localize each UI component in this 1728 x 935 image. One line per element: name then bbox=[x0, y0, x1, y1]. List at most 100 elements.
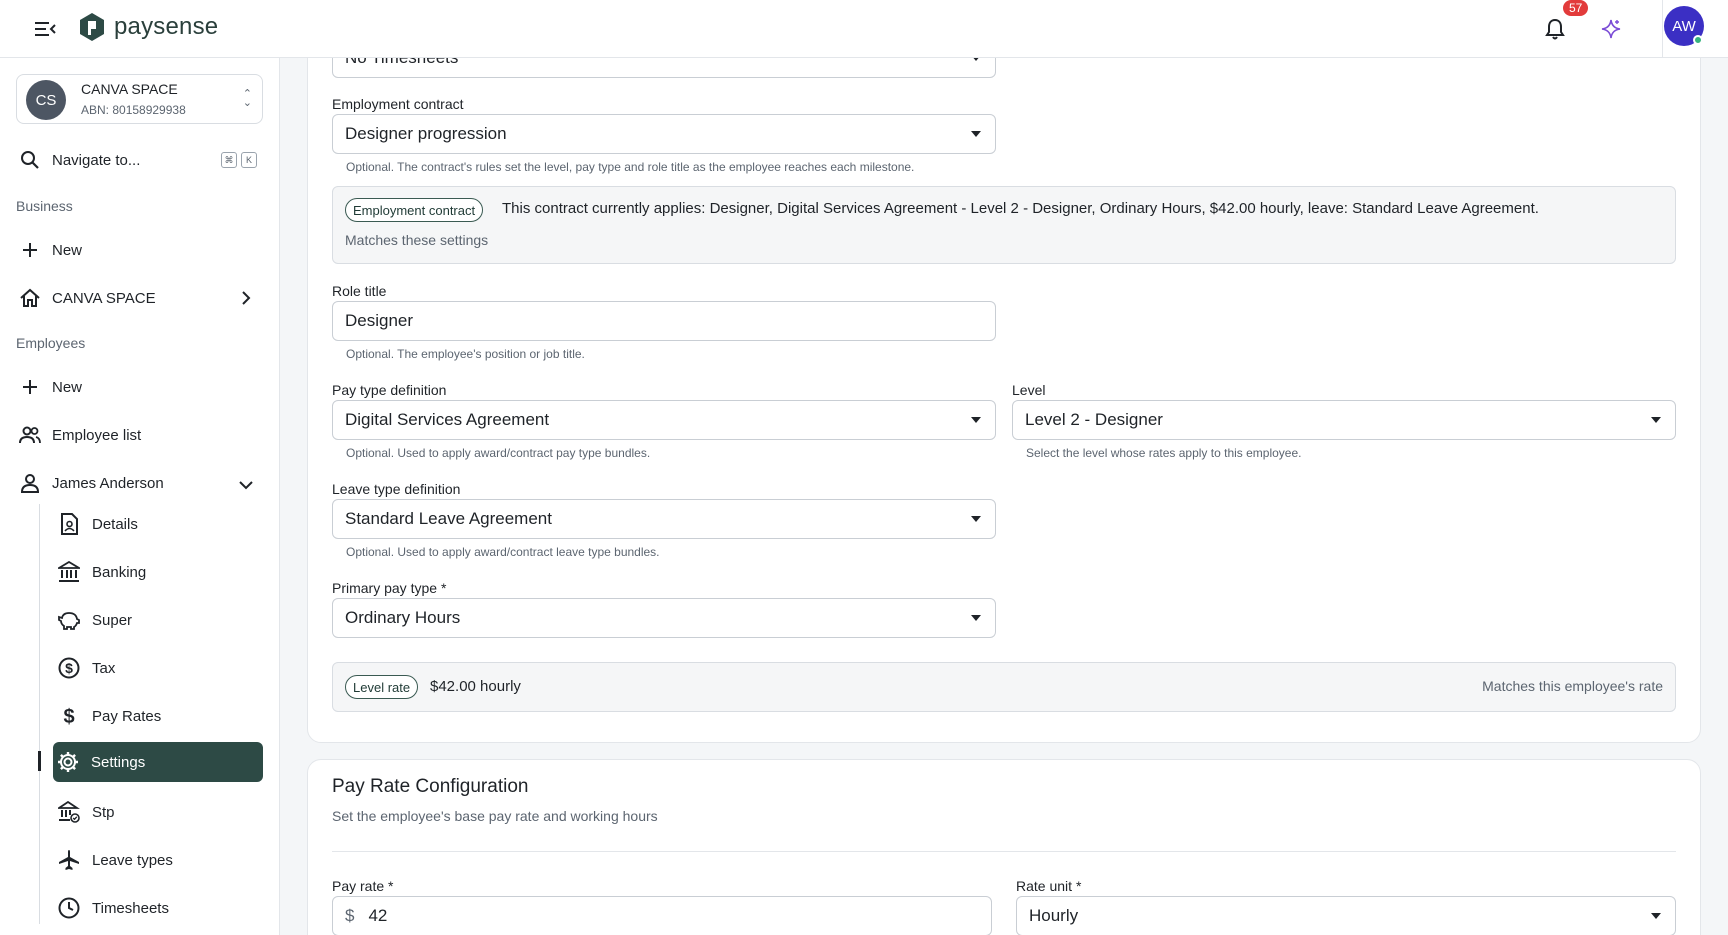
employee-name-item[interactable]: James Anderson bbox=[18, 467, 258, 499]
navigate-label: Navigate to... bbox=[52, 151, 141, 169]
contract-info-text: This contract currently applies: Designe… bbox=[502, 200, 1539, 217]
online-status-dot bbox=[1693, 35, 1703, 45]
required-asterisk: * bbox=[388, 878, 394, 894]
rate-unit-select[interactable]: Hourly bbox=[1016, 896, 1676, 935]
sidebar-item-details[interactable]: Details bbox=[56, 506, 264, 542]
pay-type-definition-label: Pay type definition bbox=[332, 382, 447, 398]
required-asterisk: * bbox=[440, 580, 447, 596]
level-select[interactable]: Level 2 - Designer bbox=[1012, 400, 1676, 440]
sidebar-item-label: Details bbox=[92, 515, 138, 533]
level-rate-box bbox=[332, 662, 1676, 712]
employee-list-item[interactable]: Employee list bbox=[18, 419, 141, 451]
clock-icon bbox=[58, 897, 80, 919]
sidebar-item-label: Timesheets bbox=[92, 899, 169, 917]
sidebar-item-label: Stp bbox=[92, 803, 115, 821]
role-title-input[interactable]: Designer bbox=[332, 301, 996, 341]
sidebar-item-banking[interactable]: Banking bbox=[56, 554, 264, 590]
chevron-right-icon[interactable] bbox=[240, 290, 252, 311]
pay-rate-value: 42 bbox=[368, 906, 388, 925]
caret-down-icon bbox=[971, 615, 981, 621]
caret-down-icon bbox=[971, 417, 981, 423]
org-switcher[interactable]: CS CANVA SPACE ABN: 80158929938 ⌃ ⌄ bbox=[16, 74, 263, 124]
role-title-helper: Optional. The employee's position or job… bbox=[346, 347, 585, 361]
leave-type-definition-select[interactable]: Standard Leave Agreement bbox=[332, 499, 996, 539]
gear-icon bbox=[57, 751, 79, 773]
pay-type-definition-value: Digital Services Agreement bbox=[345, 410, 550, 429]
level-rate-status: Matches this employee's rate bbox=[1482, 678, 1663, 694]
sidebar-item-tax[interactable]: $ Tax bbox=[56, 650, 264, 686]
chevron-updown-icon: ⌃ ⌄ bbox=[242, 88, 252, 109]
business-org-label: CANVA SPACE bbox=[52, 289, 156, 307]
ai-sparkle-icon[interactable] bbox=[1596, 14, 1626, 44]
sidebar-item-super[interactable]: Super bbox=[56, 602, 264, 638]
home-icon bbox=[18, 286, 42, 310]
pay-rate-label: Pay rate * bbox=[332, 878, 393, 894]
role-title-value: Designer bbox=[345, 311, 414, 330]
business-new-label: New bbox=[52, 241, 83, 259]
top-divider bbox=[1662, 0, 1663, 58]
search-icon bbox=[18, 148, 42, 172]
sidebar-item-pay-rates[interactable]: $ Pay Rates bbox=[56, 698, 264, 734]
currency-prefix: $ bbox=[345, 906, 355, 925]
rate-unit-label-text: Rate unit bbox=[1016, 878, 1073, 894]
chevron-down-icon[interactable] bbox=[238, 478, 254, 496]
contract-info-box bbox=[332, 186, 1676, 264]
sidebar-item-label: Super bbox=[92, 611, 133, 629]
business-section-label: Business bbox=[16, 198, 73, 214]
top-bar: paysense 57 AW bbox=[0, 0, 1728, 58]
leave-type-definition-label: Leave type definition bbox=[332, 481, 461, 497]
svg-text:$: $ bbox=[63, 706, 74, 727]
pay-rate-config-description: Set the employee's base pay rate and wor… bbox=[332, 808, 658, 824]
person-icon bbox=[18, 471, 42, 495]
plus-icon bbox=[18, 238, 42, 262]
dollar-circle-icon: $ bbox=[58, 657, 80, 679]
notification-bell-icon[interactable] bbox=[1540, 14, 1570, 44]
sub-nav-line bbox=[39, 504, 40, 924]
level-value: Level 2 - Designer bbox=[1025, 410, 1163, 429]
business-new-button[interactable]: New bbox=[18, 234, 82, 266]
sidebar-item-label: Tax bbox=[92, 659, 116, 677]
sidebar: CS CANVA SPACE ABN: 80158929938 ⌃ ⌄ Navig… bbox=[0, 58, 280, 935]
bank-check-icon bbox=[58, 801, 80, 823]
sidebar-item-timesheets[interactable]: Timesheets bbox=[56, 890, 264, 926]
menu-collapse-icon[interactable] bbox=[32, 16, 58, 42]
employment-contract-select[interactable]: Designer progression bbox=[332, 114, 996, 154]
contract-match-text: Matches these settings bbox=[345, 232, 489, 248]
business-org-item[interactable]: CANVA SPACE bbox=[18, 282, 258, 314]
sidebar-item-stp[interactable]: Stp bbox=[56, 794, 264, 830]
level-label: Level bbox=[1012, 382, 1046, 398]
org-avatar: CS bbox=[26, 80, 66, 120]
logo-text: paysense bbox=[114, 13, 219, 40]
dollar-icon: $ bbox=[58, 705, 80, 727]
leave-type-definition-helper: Optional. Used to apply award/contract l… bbox=[346, 545, 660, 559]
rate-unit-label: Rate unit * bbox=[1016, 878, 1081, 894]
shortcut-key-k: K bbox=[241, 152, 257, 168]
piggy-bank-icon bbox=[58, 609, 80, 631]
caret-down-icon bbox=[971, 516, 981, 522]
plus-icon bbox=[18, 375, 42, 399]
pay-rate-label-text: Pay rate bbox=[332, 878, 385, 894]
sidebar-item-label: Leave types bbox=[92, 851, 173, 869]
airplane-icon bbox=[58, 849, 80, 871]
paysense-logo-icon bbox=[80, 13, 104, 41]
sidebar-item-settings[interactable]: Settings bbox=[53, 742, 263, 782]
primary-pay-type-value: Ordinary Hours bbox=[345, 608, 461, 627]
sidebar-item-label: Settings bbox=[91, 753, 146, 771]
sidebar-item-label: Pay Rates bbox=[92, 707, 162, 725]
org-name: CANVA SPACE bbox=[81, 81, 178, 97]
app-logo[interactable]: paysense bbox=[78, 12, 218, 42]
primary-pay-type-label-text: Primary pay type bbox=[332, 580, 438, 596]
people-icon bbox=[18, 423, 42, 447]
navigate-to-search[interactable]: Navigate to... bbox=[18, 144, 140, 176]
pay-rate-input[interactable]: $ 42 bbox=[332, 896, 992, 935]
primary-pay-type-select[interactable]: Ordinary Hours bbox=[332, 598, 996, 638]
employment-contract-chip: Employment contract bbox=[345, 198, 484, 222]
caret-down-icon bbox=[1651, 417, 1661, 423]
sidebar-item-leave-types[interactable]: Leave types bbox=[56, 842, 264, 878]
employee-list-label: Employee list bbox=[52, 426, 142, 444]
employees-new-button[interactable]: New bbox=[18, 371, 82, 403]
org-abn: ABN: 80158929938 bbox=[81, 103, 186, 117]
shortcut-key-cmd: ⌘ bbox=[221, 152, 237, 168]
document-person-icon bbox=[58, 513, 80, 535]
pay-type-definition-select[interactable]: Digital Services Agreement bbox=[332, 400, 996, 440]
